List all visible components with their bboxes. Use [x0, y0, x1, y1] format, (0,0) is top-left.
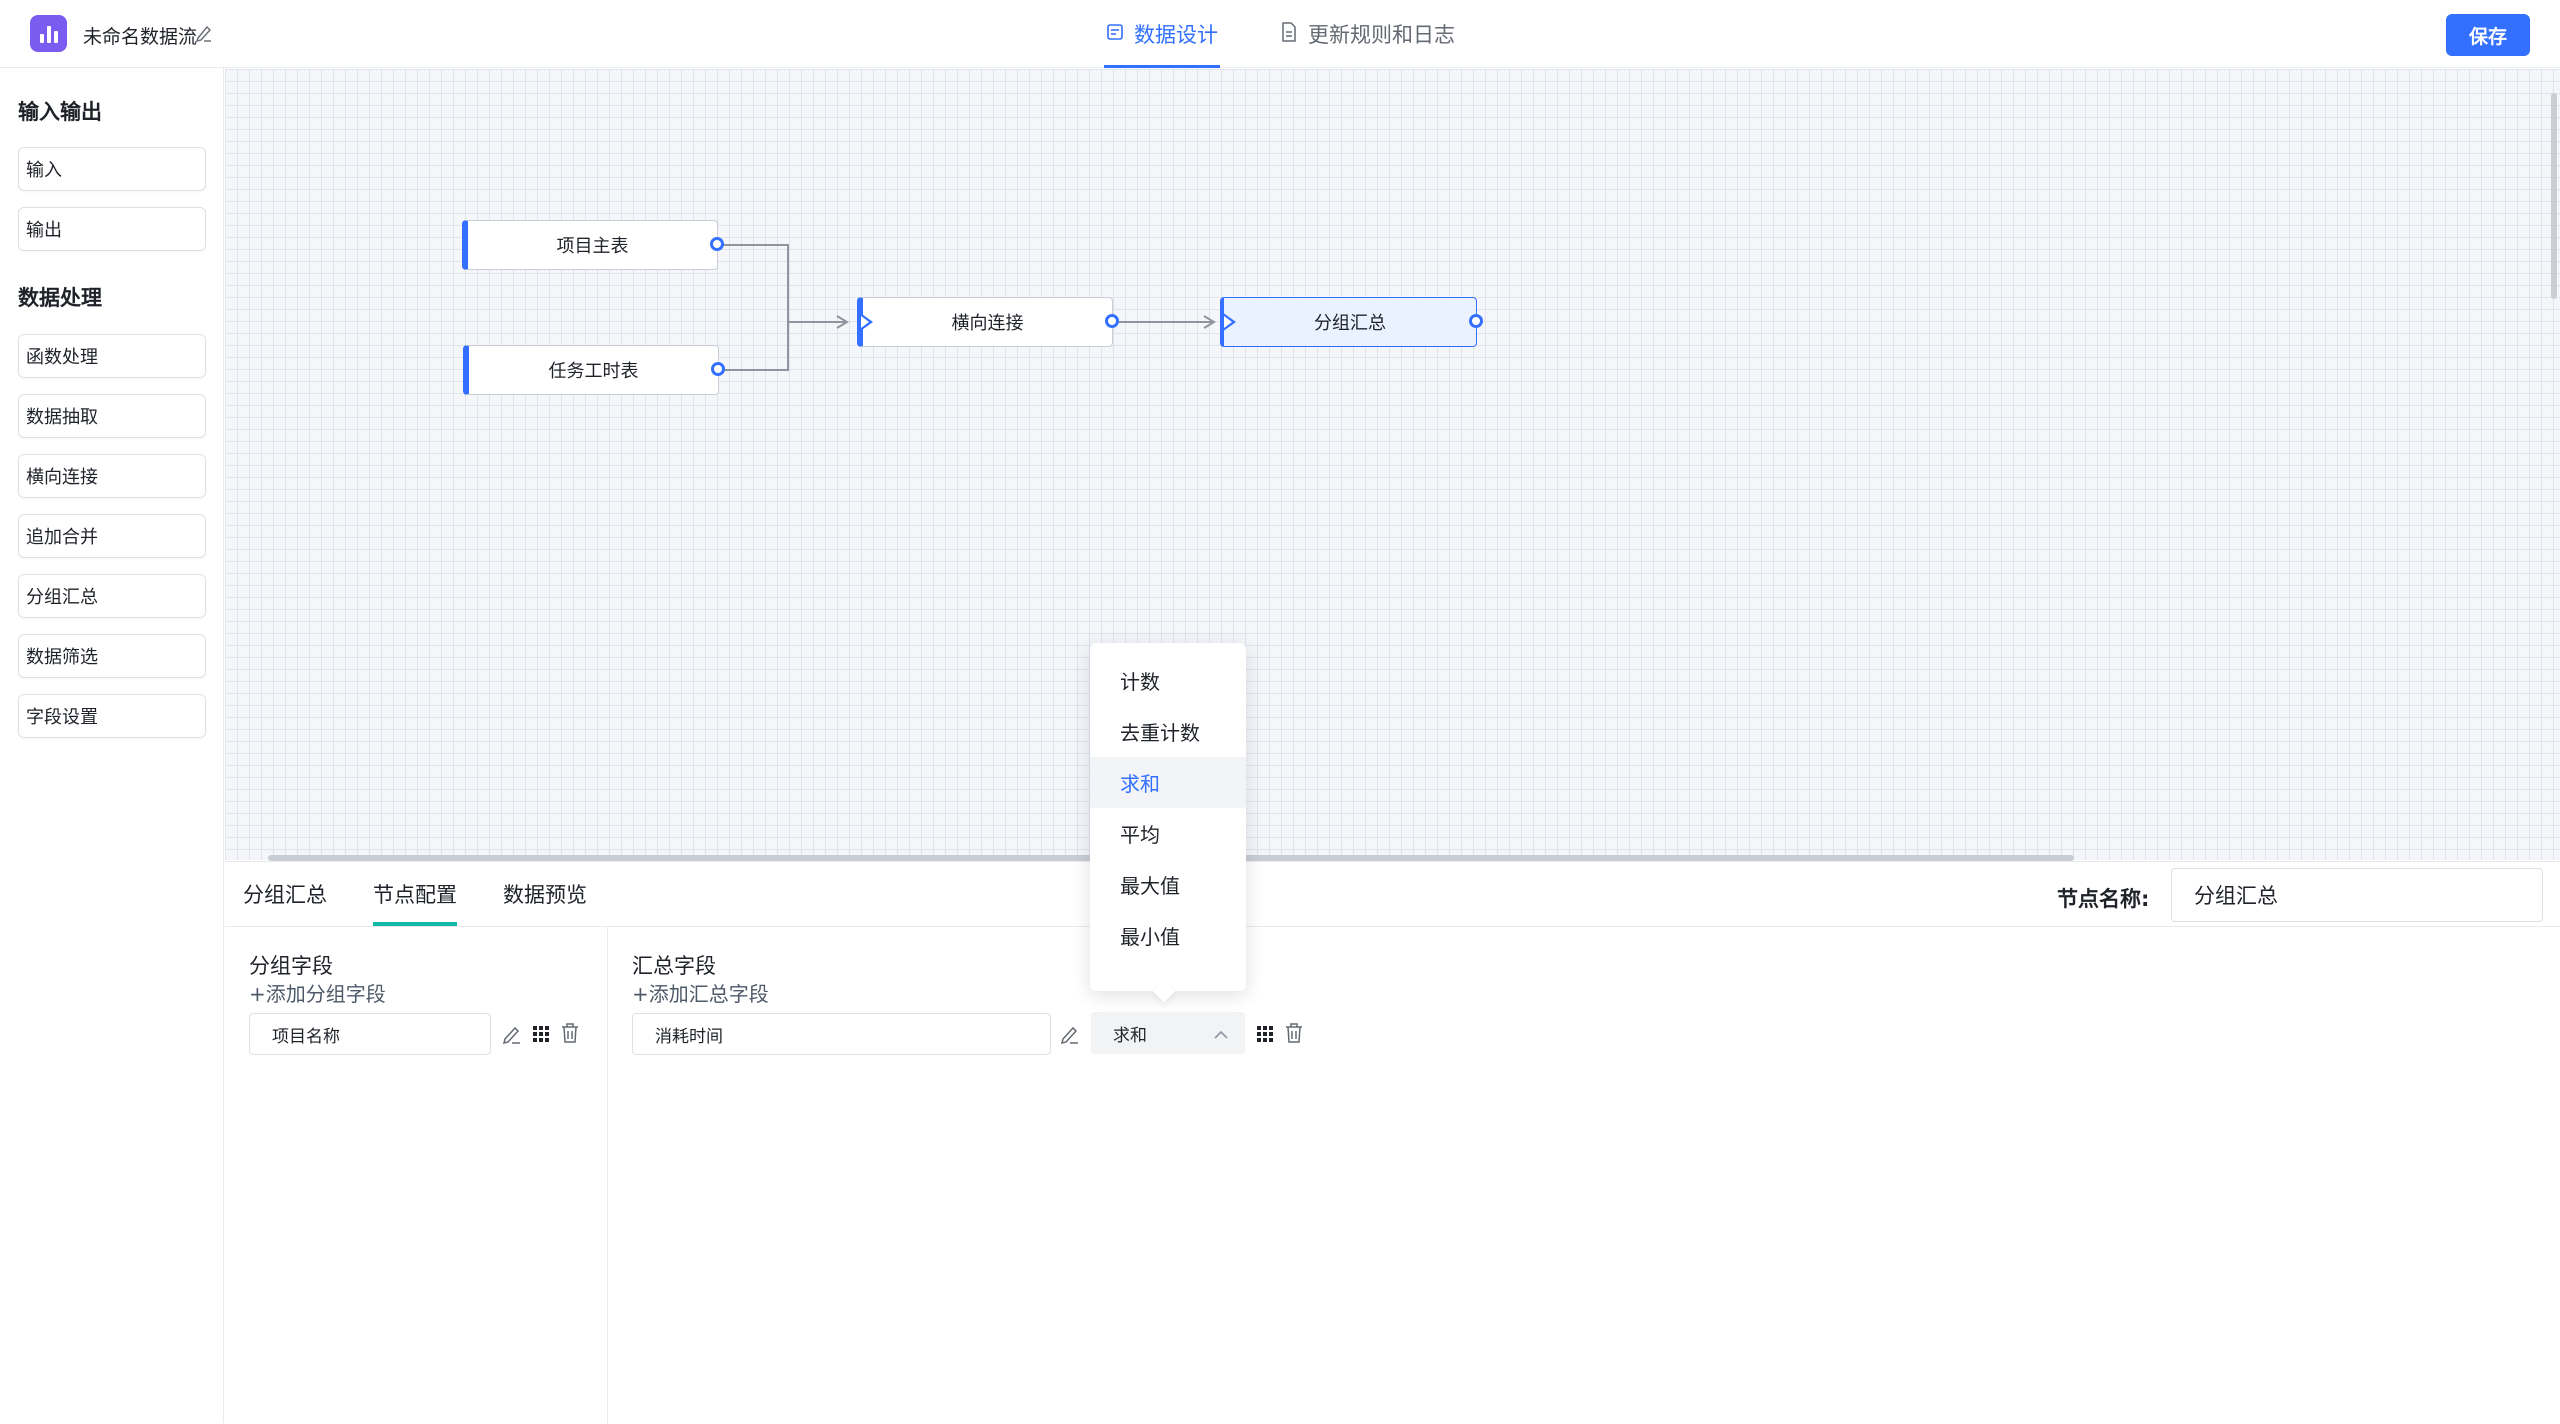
- node-project-main[interactable]: 项目主表: [462, 220, 724, 270]
- node-task-timesheet[interactable]: 任务工时表: [463, 345, 725, 395]
- palette-item-output[interactable]: 输出: [18, 207, 206, 251]
- edit-title-icon[interactable]: [195, 24, 212, 46]
- palette-item-extract[interactable]: 数据抽取: [18, 394, 206, 438]
- app-header: 未命名数据流 数据设计 更新规则和日志 保存: [0, 0, 2560, 68]
- tab-data-design[interactable]: 数据设计: [1104, 0, 1220, 68]
- edit-icon[interactable]: [1059, 1023, 1081, 1045]
- document-icon: [1280, 21, 1298, 47]
- dropdown-option-min[interactable]: 最小值: [1090, 910, 1246, 961]
- tab-update-rules-label: 更新规则和日志: [1308, 23, 1455, 47]
- flow-edges: [716, 244, 1216, 371]
- trash-icon[interactable]: [559, 1022, 581, 1044]
- chevron-up-icon: [1213, 1026, 1229, 1046]
- edit-icon[interactable]: [501, 1023, 523, 1045]
- save-button[interactable]: 保存: [2446, 14, 2530, 56]
- add-summary-field-link[interactable]: +添加汇总字段: [632, 978, 769, 1007]
- palette-item-function[interactable]: 函数处理: [18, 334, 206, 378]
- palette-item-field-settings[interactable]: 字段设置: [18, 694, 206, 738]
- aggregation-dropdown: 计数 去重计数 求和 平均 最大值 最小值: [1090, 643, 1246, 991]
- palette-item-group-summary[interactable]: 分组汇总: [18, 574, 206, 618]
- app-title: 未命名数据流: [83, 26, 198, 48]
- dropdown-option-average[interactable]: 平均: [1090, 808, 1246, 859]
- node-label: 横向连接: [951, 313, 1024, 334]
- flow-canvas[interactable]: 项目主表 任务工时表 横向连接 分组汇总: [225, 69, 2560, 860]
- output-port[interactable]: [1105, 314, 1119, 328]
- node-palette: 输入输出 输入 输出 数据处理 函数处理 数据抽取 横向连接 追加合并 分组汇总…: [0, 68, 224, 1423]
- dropdown-option-sum[interactable]: 求和: [1090, 757, 1246, 808]
- aggregation-select[interactable]: 求和: [1091, 1012, 1245, 1054]
- node-group-summary[interactable]: 分组汇总: [1220, 297, 1483, 347]
- tab-data-design-label: 数据设计: [1134, 23, 1218, 47]
- dropdown-option-distinct-count[interactable]: 去重计数: [1090, 706, 1246, 757]
- output-port[interactable]: [1469, 314, 1483, 328]
- app-logo-icon: [30, 15, 67, 52]
- grid-icon[interactable]: [1254, 1023, 1276, 1045]
- palette-item-input[interactable]: 输入: [18, 147, 206, 191]
- output-port[interactable]: [711, 362, 725, 376]
- column-divider: [607, 927, 608, 1424]
- node-label: 任务工时表: [548, 361, 639, 382]
- palette-item-filter[interactable]: 数据筛选: [18, 634, 206, 678]
- summary-fields-title: 汇总字段: [632, 954, 716, 978]
- node-name-input[interactable]: [2171, 868, 2543, 922]
- palette-item-append[interactable]: 追加合并: [18, 514, 206, 558]
- node-label: 项目主表: [556, 236, 629, 257]
- grid-icon[interactable]: [530, 1023, 552, 1045]
- io-section-title: 输入输出: [18, 100, 102, 124]
- input-port[interactable]: [859, 312, 873, 332]
- group-field-box[interactable]: 项目名称: [249, 1013, 491, 1055]
- trash-icon[interactable]: [1283, 1022, 1305, 1044]
- process-section-title: 数据处理: [18, 286, 102, 310]
- output-port[interactable]: [710, 237, 724, 251]
- dropdown-option-max[interactable]: 最大值: [1090, 859, 1246, 910]
- design-icon: [1106, 22, 1124, 46]
- edge-main-to-join: [716, 244, 845, 323]
- node-horizontal-join[interactable]: 横向连接: [857, 297, 1119, 347]
- summary-field-box[interactable]: 消耗时间: [632, 1013, 1051, 1055]
- edge-timesheet-to-join: [716, 322, 789, 371]
- tab-update-rules[interactable]: 更新规则和日志: [1278, 0, 1457, 68]
- input-port[interactable]: [1222, 312, 1236, 332]
- node-name-label: 节点名称:: [2057, 887, 2150, 911]
- tab-node-config[interactable]: 节点配置: [373, 862, 457, 926]
- add-group-field-link[interactable]: +添加分组字段: [249, 978, 386, 1007]
- tabs-divider: [225, 926, 2560, 927]
- config-tabs: 分组汇总 节点配置 数据预览: [243, 862, 633, 926]
- node-label: 分组汇总: [1314, 313, 1386, 334]
- palette-item-join[interactable]: 横向连接: [18, 454, 206, 498]
- config-panel: 分组汇总 节点配置 数据预览 节点名称: 分组字段 +添加分组字段 项目名称 汇…: [225, 861, 2560, 1424]
- tab-data-preview[interactable]: 数据预览: [503, 862, 587, 926]
- canvas-vertical-scrollbar[interactable]: [2551, 93, 2557, 299]
- aggregation-select-value: 求和: [1113, 1025, 1147, 1046]
- top-tabs: 数据设计 更新规则和日志: [1104, 0, 1515, 68]
- group-fields-title: 分组字段: [249, 954, 333, 978]
- tab-node-title[interactable]: 分组汇总: [243, 862, 327, 926]
- dropdown-option-count[interactable]: 计数: [1090, 655, 1246, 706]
